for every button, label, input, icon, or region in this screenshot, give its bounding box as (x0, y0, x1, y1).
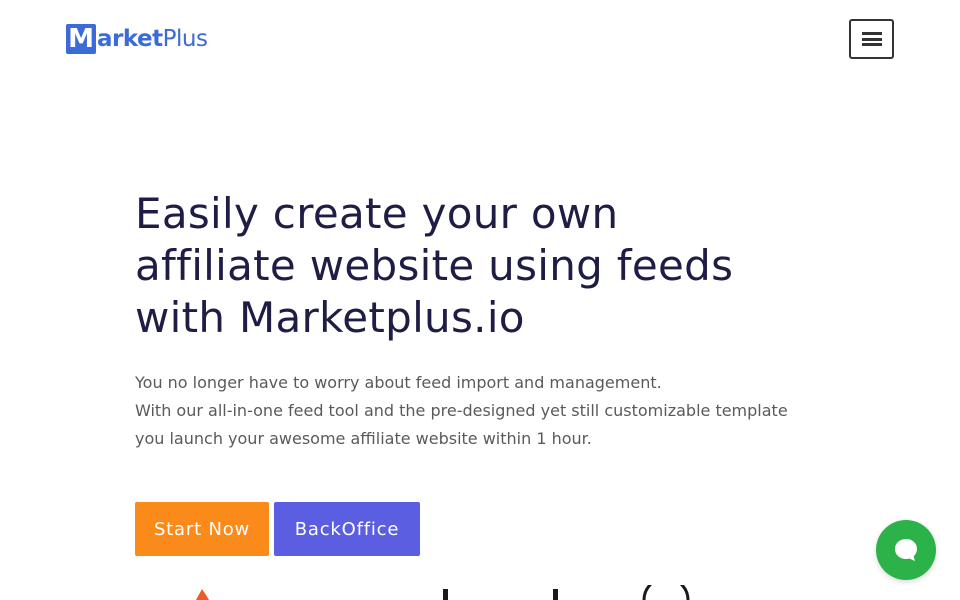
hero-title-line: with Marketplus.io (135, 293, 525, 342)
site-logo[interactable]: M arket Plus (66, 24, 208, 54)
hamburger-icon (861, 32, 882, 46)
hero-title-line: affiliate website using feeds (135, 241, 734, 290)
hero-title-line: Easily create your own (135, 189, 619, 238)
logo-text-plus: Plus (162, 26, 208, 52)
hero-description-line: You no longer have to worry about feed i… (135, 373, 662, 392)
hero-description-line: With our all-in-one feed tool and the pr… (135, 401, 788, 420)
hero-title: Easily create your own affiliate website… (135, 188, 775, 344)
hero-description: You no longer have to worry about feed i… (135, 369, 835, 453)
chat-widget-button[interactable] (876, 520, 936, 580)
chat-bubble-icon (895, 539, 917, 561)
circle-logo-icon (642, 585, 690, 600)
page: M arket Plus Easily create your own affi… (0, 0, 960, 600)
backoffice-button[interactable]: BackOffice (274, 502, 420, 556)
hero-description-line: you launch your awesome affiliate websit… (135, 429, 592, 448)
logo-mark: M (66, 24, 96, 54)
logo-text-market: arket (97, 26, 163, 52)
start-now-button[interactable]: Start Now (135, 502, 269, 556)
menu-toggle-button[interactable] (849, 19, 894, 59)
partner-logo-fragment (553, 589, 558, 600)
partner-logos-strip (196, 585, 690, 600)
partner-logo-fragment (443, 589, 448, 600)
flame-logo-icon (196, 589, 209, 600)
